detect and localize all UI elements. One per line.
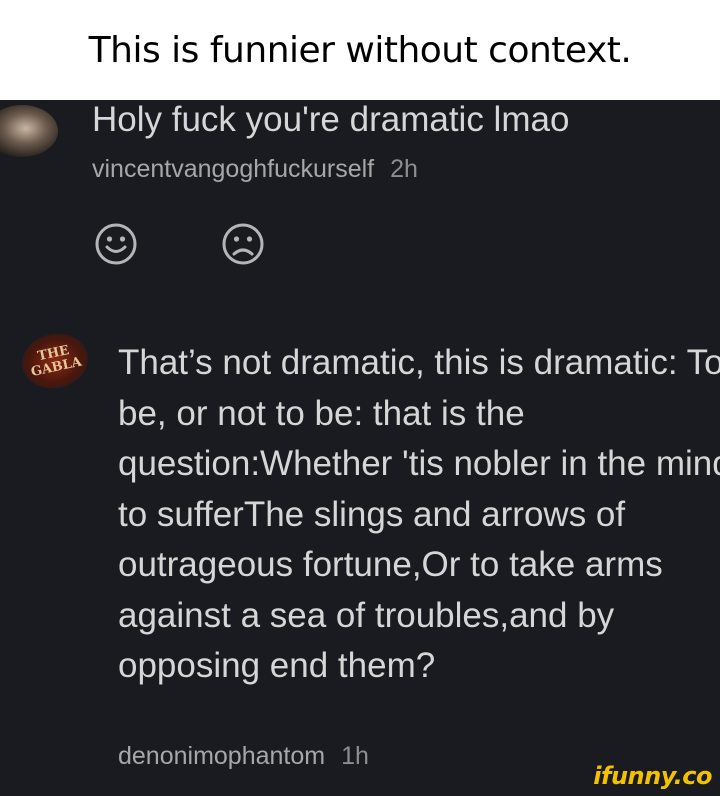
ifunny-watermark: ifunny.co xyxy=(593,762,712,790)
comment-meta: denonimophantom 1h xyxy=(118,742,369,771)
timestamp: 2h xyxy=(390,155,418,183)
username-link[interactable]: vincentvangoghfuckurself xyxy=(92,155,374,183)
comment-text: That’s not dramatic, this is dramatic: T… xyxy=(118,343,720,685)
sad-face-icon[interactable] xyxy=(221,222,265,266)
smiley-face-icon[interactable] xyxy=(94,222,138,266)
username-link[interactable]: denonimophantom xyxy=(118,742,325,770)
timestamp: 1h xyxy=(341,742,369,770)
caption-text: This is funnier without context. xyxy=(88,29,632,71)
meme-page: This is funnier without context. Holy fu… xyxy=(0,0,720,796)
comment-meta: vincentvangoghfuckurself 2h xyxy=(92,155,418,184)
comment-text: Holy fuck you're dramatic lmao xyxy=(92,100,570,139)
caption-bar: This is funnier without context. xyxy=(0,0,720,100)
